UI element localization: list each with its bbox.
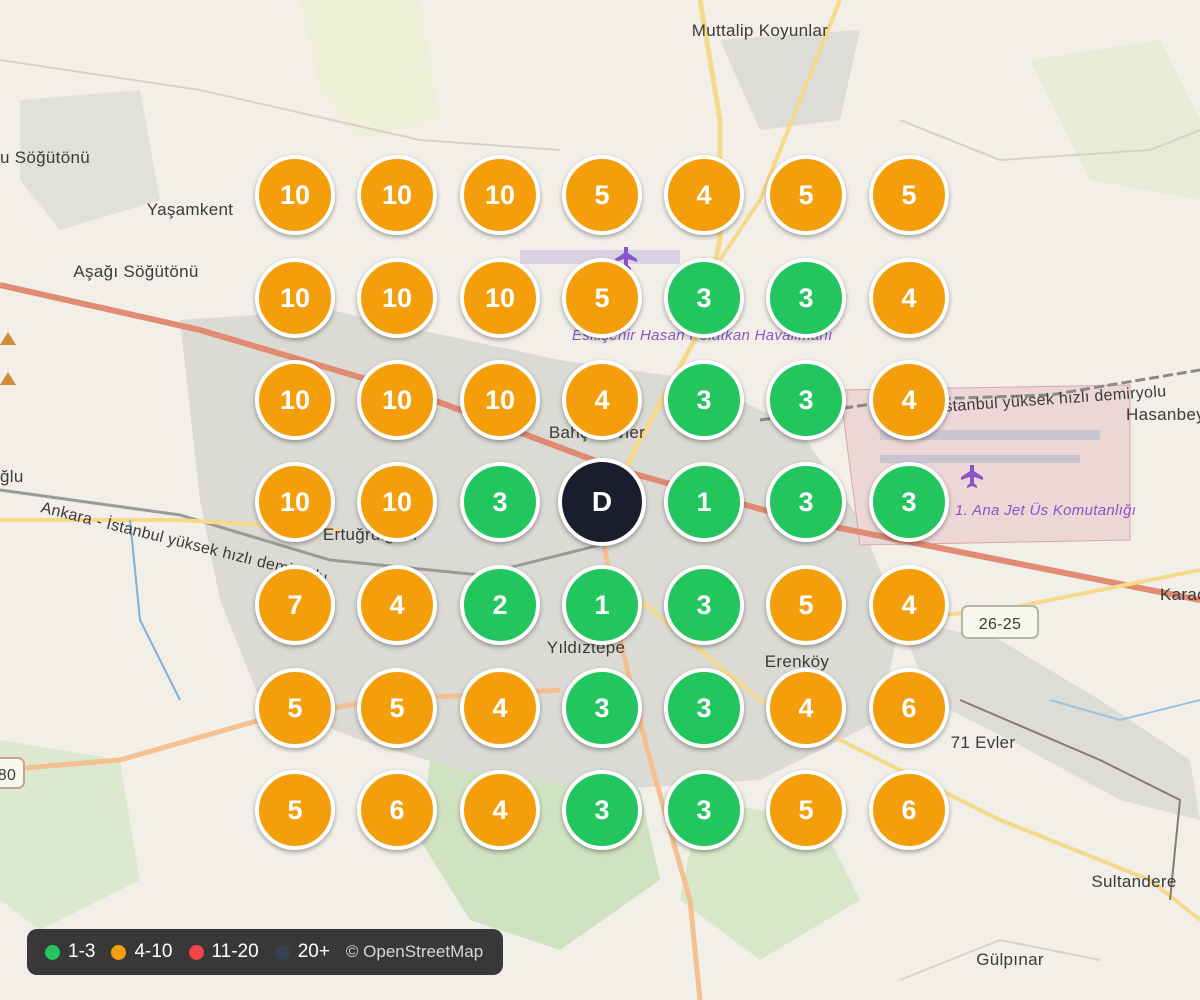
grid-cell-marker-r6-c0[interactable]: 5 [255, 770, 335, 850]
grid-cell-marker-r5-c4[interactable]: 3 [664, 668, 744, 748]
grid-cell-marker-r3-c2[interactable]: 3 [460, 462, 540, 542]
legend-dot-red [188, 944, 204, 960]
grid-cell-marker-r6-c3[interactable]: 3 [562, 770, 642, 850]
grid-cell-marker-r2-c1[interactable]: 10 [357, 360, 437, 440]
grid-cell-marker-r1-c0[interactable]: 10 [255, 258, 335, 338]
grid-cell-marker-r6-c1[interactable]: 6 [357, 770, 437, 850]
legend-item-dark: 20+ [274, 941, 330, 963]
grid-cell-marker-r0-c4[interactable]: 4 [664, 155, 744, 235]
grid-cell-marker-r5-c5[interactable]: 4 [766, 668, 846, 748]
grid-cell-marker-r6-c4[interactable]: 3 [664, 770, 744, 850]
grid-cell-marker-r2-c4[interactable]: 3 [664, 360, 744, 440]
grid-cell-marker-r1-c3[interactable]: 5 [562, 258, 642, 338]
legend-label-green: 1-3 [68, 941, 96, 962]
attribution-link[interactable]: © OpenStreetMap [346, 942, 483, 962]
legend-dot-dark [274, 944, 290, 960]
grid-cell-marker-r0-c6[interactable]: 5 [869, 155, 949, 235]
legend: 1-3 4-10 11-20 20+ © OpenStreetMap [27, 929, 504, 975]
grid-cell-marker-r1-c4[interactable]: 3 [664, 258, 744, 338]
legend-item-green: 1-3 [45, 941, 95, 963]
legend-label-dark: 20+ [297, 941, 330, 962]
grid-cell-marker-r6-c6[interactable]: 6 [869, 770, 949, 850]
grid-cell-marker-r1-c2[interactable]: 10 [460, 258, 540, 338]
grid-cell-marker-r6-c2[interactable]: 4 [460, 770, 540, 850]
grid-cell-marker-r1-c6[interactable]: 4 [869, 258, 949, 338]
legend-label-red: 11-20 [211, 941, 259, 962]
grid-cell-marker-r4-c2[interactable]: 2 [460, 565, 540, 645]
grid-cell-marker-r5-c0[interactable]: 5 [255, 668, 335, 748]
density-grid: 10 10 10 5 4 5 5 10 10 10 5 3 3 4 10 10 10 4 3 3 4 10 10 3 D 1 3 3 7… [0, 0, 1200, 1000]
grid-cell-marker-r4-c4[interactable]: 3 [664, 565, 744, 645]
grid-cell-marker-r2-c0[interactable]: 10 [255, 360, 335, 440]
grid-cell-marker-r2-c6[interactable]: 4 [869, 360, 949, 440]
grid-cell-marker-r4-c3[interactable]: 1 [562, 565, 642, 645]
grid-cell-marker-r3-c5[interactable]: 3 [766, 462, 846, 542]
grid-cell-marker-r0-c3[interactable]: 5 [562, 155, 642, 235]
grid-cell-marker-r3-c0[interactable]: 10 [255, 462, 335, 542]
grid-cell-marker-r4-c5[interactable]: 5 [766, 565, 846, 645]
grid-cell-marker-r0-c2[interactable]: 10 [460, 155, 540, 235]
grid-cell-marker-r0-c5[interactable]: 5 [766, 155, 846, 235]
grid-cell-marker-r4-c0[interactable]: 7 [255, 565, 335, 645]
grid-cell-marker-r5-c6[interactable]: 6 [869, 668, 949, 748]
legend-dot-green [45, 944, 60, 960]
destination-marker[interactable]: D [558, 458, 646, 546]
grid-cell-marker-r2-c2[interactable]: 10 [460, 360, 540, 440]
grid-cell-marker-r6-c5[interactable]: 5 [766, 770, 846, 850]
grid-cell-marker-r4-c6[interactable]: 4 [869, 565, 949, 645]
grid-cell-marker-r0-c1[interactable]: 10 [357, 155, 437, 235]
grid-cell-marker-r5-c2[interactable]: 4 [460, 668, 540, 748]
grid-cell-marker-r1-c5[interactable]: 3 [766, 258, 846, 338]
grid-cell-marker-r5-c3[interactable]: 3 [562, 668, 642, 748]
grid-cell-marker-r3-c6[interactable]: 3 [869, 462, 949, 542]
legend-label-orange: 4-10 [134, 941, 173, 962]
grid-cell-marker-r5-c1[interactable]: 5 [357, 668, 437, 748]
grid-cell-marker-r2-c5[interactable]: 3 [766, 360, 846, 440]
grid-cell-marker-r3-c1[interactable]: 10 [357, 462, 437, 542]
grid-cell-marker-r3-c4[interactable]: 1 [664, 462, 744, 542]
grid-cell-marker-r4-c1[interactable]: 4 [357, 565, 437, 645]
legend-item-red: 11-20 [188, 941, 259, 963]
grid-cell-marker-r1-c1[interactable]: 10 [357, 258, 437, 338]
grid-cell-marker-r2-c3[interactable]: 4 [562, 360, 642, 440]
legend-dot-orange [111, 944, 127, 960]
grid-cell-marker-r0-c0[interactable]: 10 [255, 155, 335, 235]
legend-item-orange: 4-10 [111, 941, 173, 963]
